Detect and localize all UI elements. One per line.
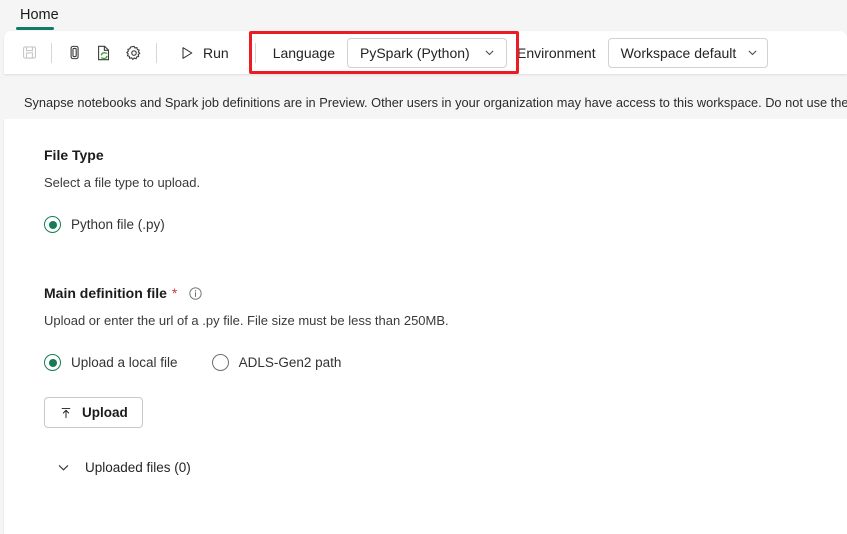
preview-banner: Synapse notebooks and Spark job definiti… — [0, 86, 847, 119]
publish-button[interactable] — [89, 38, 119, 68]
uploaded-files-label: Uploaded files (0) — [85, 460, 191, 475]
radio-indicator — [44, 354, 61, 371]
chevron-down-icon — [746, 46, 759, 59]
file-type-description: Select a file type to upload. — [44, 175, 201, 190]
main-definition-description: Upload or enter the url of a .py file. F… — [44, 313, 449, 328]
main-definition-title-text: Main definition file — [44, 285, 167, 301]
tab-strip: Home — [0, 0, 847, 30]
radio-label: Python file (.py) — [71, 217, 165, 232]
radio-label: Upload a local file — [71, 355, 178, 370]
radio-label: ADLS-Gen2 path — [238, 355, 342, 370]
required-asterisk: * — [171, 285, 178, 301]
tab-home-label: Home — [20, 7, 59, 23]
preview-banner-text: Synapse notebooks and Spark job definiti… — [24, 95, 847, 110]
settings-button[interactable] — [119, 38, 149, 68]
save-button[interactable] — [14, 38, 44, 68]
radio-option-adls-gen2-path[interactable]: ADLS-Gen2 path — [211, 354, 342, 371]
chevron-down-icon — [483, 46, 496, 59]
language-label: Language — [272, 44, 335, 61]
app-root: Home Run Language PySpark (Python) Envir… — [0, 0, 847, 534]
run-button[interactable]: Run — [170, 38, 238, 68]
radio-option-python-file[interactable]: Python file (.py) — [44, 216, 165, 233]
main-definition-info-icon[interactable] — [188, 286, 203, 301]
file-type-title: File Type — [44, 147, 847, 163]
toolbar-separator-3 — [254, 42, 256, 63]
upload-button[interactable]: Upload — [44, 397, 143, 428]
upload-arrow-icon — [61, 407, 71, 418]
copy-icon — [70, 45, 79, 60]
gear-icon — [126, 45, 141, 60]
file-type-title-text: File Type — [44, 147, 104, 163]
radio-indicator — [211, 354, 229, 371]
publish-refresh-icon — [98, 45, 110, 60]
file-type-section: File Type Select a file type to upload. … — [44, 147, 847, 233]
upload-button-label: Upload — [82, 405, 128, 420]
environment-dropdown[interactable]: Workspace default — [607, 37, 768, 68]
main-definition-radio-group: Upload a local file ADLS-Gen2 path — [44, 354, 847, 371]
chevron-down-icon — [56, 460, 71, 475]
file-type-radio-group: Python file (.py) — [44, 216, 847, 233]
upload-button-wrap: Upload — [44, 397, 847, 428]
ribbon-toolbar: Run Language PySpark (Python) Environmen… — [4, 31, 847, 74]
radio-option-upload-local-file[interactable]: Upload a local file — [44, 354, 178, 371]
copy-button[interactable] — [59, 38, 89, 68]
tab-home[interactable]: Home — [14, 0, 65, 30]
radio-indicator — [44, 216, 61, 233]
tab-home-underline — [16, 27, 54, 30]
uploaded-files-toggle[interactable]: Uploaded files (0) — [56, 460, 191, 475]
content-panel: File Type Select a file type to upload. … — [3, 119, 847, 534]
play-triangle-icon — [182, 46, 193, 59]
environment-label: Environment — [516, 44, 596, 61]
language-dropdown-value: PySpark (Python) — [359, 44, 470, 61]
main-definition-title: Main definition file * — [44, 285, 847, 301]
main-definition-section: Main definition file * Upload or enter t… — [44, 285, 847, 475]
save-icon — [22, 46, 36, 59]
toolbar-separator-2 — [156, 42, 157, 63]
language-dropdown[interactable]: PySpark (Python) — [346, 37, 507, 68]
run-label: Run — [203, 44, 229, 61]
environment-dropdown-value: Workspace default — [620, 44, 737, 61]
toolbar-separator-1 — [51, 42, 52, 63]
